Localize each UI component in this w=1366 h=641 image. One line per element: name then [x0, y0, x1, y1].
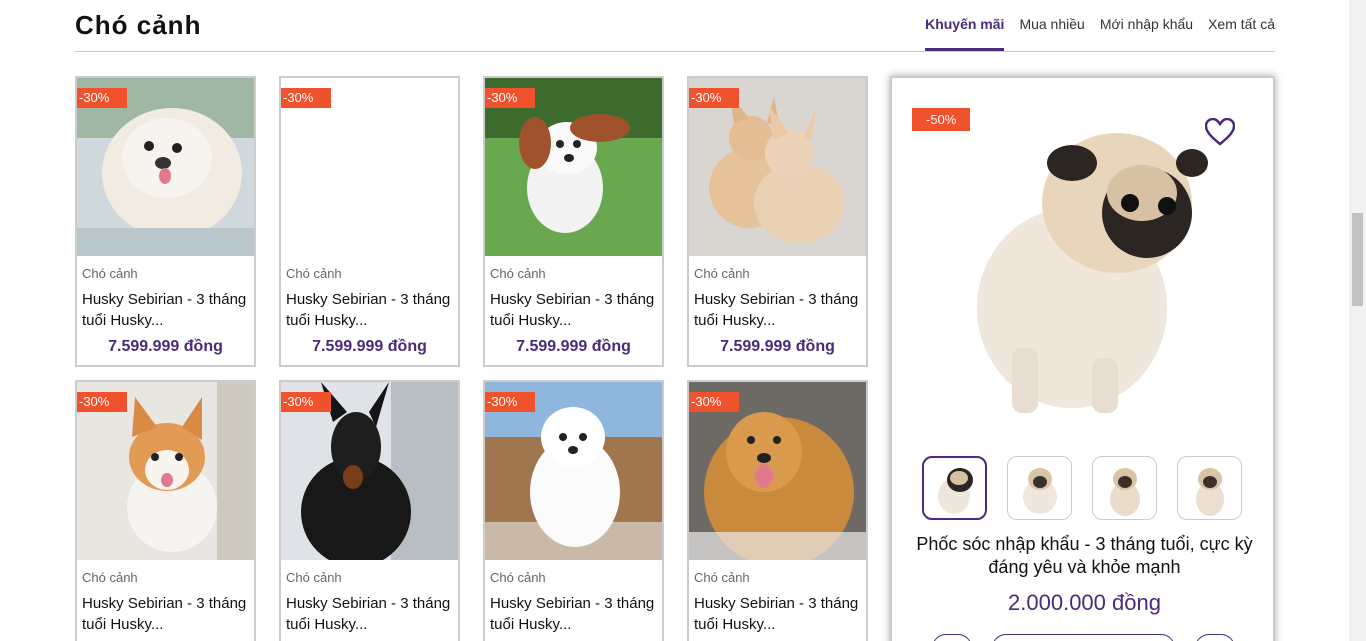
product-category: Chó cảnh — [694, 570, 750, 585]
product-category: Chó cảnh — [82, 266, 138, 281]
product-category: Chó cảnh — [82, 570, 138, 585]
product-card[interactable]: -30% Chó cảnh Husky Sebirian - 3 tháng t… — [687, 380, 868, 641]
discount-badge: -30% — [281, 392, 331, 412]
product-price: 7.599.999 đồng — [516, 338, 631, 355]
product-name[interactable]: Husky Sebirian - 3 tháng tuổi Husky... — [82, 289, 249, 333]
tab-khuyen-mai[interactable]: Khuyến mãi — [925, 16, 1005, 51]
discount-badge: -30% — [77, 392, 127, 412]
featured-product-card: -50% Phốc sóc nhập khẩu - 3 tháng tuổi, … — [890, 76, 1275, 641]
thumbnail[interactable] — [922, 456, 987, 520]
featured-actions — [932, 634, 1235, 641]
tab-moi-nhap-khau[interactable]: Mới nhập khẩu — [1100, 16, 1193, 51]
thumbnail[interactable] — [1092, 456, 1157, 520]
product-name[interactable]: Husky Sebirian - 3 tháng tuổi Husky... — [286, 593, 453, 637]
discount-badge: -30% — [281, 88, 331, 108]
thumbnail[interactable] — [1007, 456, 1072, 520]
discount-badge: -30% — [689, 392, 739, 412]
product-card[interactable]: -30% Chó cảnh Husky Sebirian - 3 tháng t… — [483, 380, 664, 641]
product-category: Chó cảnh — [490, 570, 546, 585]
product-card[interactable]: -30% Chó cảnh Husky Sebirian - 3 tháng t… — [75, 76, 256, 367]
product-image[interactable]: -30% — [77, 382, 254, 560]
product-name[interactable]: Husky Sebirian - 3 tháng tuổi Husky... — [490, 289, 657, 333]
discount-badge: -30% — [689, 88, 739, 108]
quantity-increase-button[interactable] — [1195, 634, 1235, 641]
featured-image[interactable] — [942, 108, 1232, 428]
tab-bar: Khuyến mãi Mua nhiều Mới nhập khẩu Xem t… — [910, 16, 1275, 51]
quantity-decrease-button[interactable] — [932, 634, 972, 641]
featured-product-price: 2.000.000 đồng — [1008, 590, 1161, 615]
section-header: Chó cảnh Khuyến mãi Mua nhiều Mới nhập k… — [75, 0, 1275, 52]
product-image[interactable]: -30% — [77, 78, 254, 256]
product-category: Chó cảnh — [694, 266, 750, 281]
product-name[interactable]: Husky Sebirian - 3 tháng tuổi Husky... — [694, 593, 861, 637]
scrollbar[interactable] — [1349, 0, 1366, 641]
product-card[interactable]: -30% Chó cảnh Husky Sebirian - 3 tháng t… — [687, 76, 868, 367]
product-category: Chó cảnh — [490, 266, 546, 281]
discount-badge: -30% — [485, 88, 535, 108]
discount-badge: -30% — [485, 392, 535, 412]
featured-product-name[interactable]: Phốc sóc nhập khẩu - 3 tháng tuổi, cực k… — [902, 533, 1267, 579]
tab-xem-tat-ca[interactable]: Xem tất cả — [1208, 16, 1275, 51]
product-image[interactable]: -30% — [281, 78, 458, 256]
product-card[interactable]: -30% Chó cảnh Husky Sebirian - 3 tháng t… — [75, 380, 256, 641]
product-price: 7.599.999 đồng — [108, 338, 223, 355]
product-price: 7.599.999 đồng — [312, 338, 427, 355]
product-image[interactable]: -30% — [485, 382, 662, 560]
product-image[interactable]: -30% — [281, 382, 458, 560]
discount-badge: -30% — [77, 88, 127, 108]
scrollbar-thumb[interactable] — [1352, 213, 1363, 306]
product-name[interactable]: Husky Sebirian - 3 tháng tuổi Husky... — [490, 593, 657, 637]
tab-mua-nhieu[interactable]: Mua nhiều — [1019, 16, 1084, 51]
thumbnail-strip — [922, 456, 1242, 520]
page: Chó cảnh Khuyến mãi Mua nhiều Mới nhập k… — [0, 0, 1366, 641]
product-name[interactable]: Husky Sebirian - 3 tháng tuổi Husky... — [694, 289, 861, 333]
product-image[interactable]: -30% — [689, 382, 866, 560]
product-card[interactable]: -30% Chó cảnh Husky Sebirian - 3 tháng t… — [483, 76, 664, 367]
product-name[interactable]: Husky Sebirian - 3 tháng tuổi Husky... — [82, 593, 249, 637]
product-price: 7.599.999 đồng — [720, 338, 835, 355]
product-image[interactable]: -30% — [485, 78, 662, 256]
product-card[interactable]: -30% Chó cảnh Husky Sebirian - 3 tháng t… — [279, 76, 460, 367]
thumbnail[interactable] — [1177, 456, 1242, 520]
product-category: Chó cảnh — [286, 570, 342, 585]
section-title: Chó cảnh — [75, 10, 202, 40]
add-to-cart-button[interactable] — [992, 634, 1175, 641]
product-card[interactable]: -30% Chó cảnh Husky Sebirian - 3 tháng t… — [279, 380, 460, 641]
product-image[interactable]: -30% — [689, 78, 866, 256]
product-name[interactable]: Husky Sebirian - 3 tháng tuổi Husky... — [286, 289, 453, 333]
product-category: Chó cảnh — [286, 266, 342, 281]
